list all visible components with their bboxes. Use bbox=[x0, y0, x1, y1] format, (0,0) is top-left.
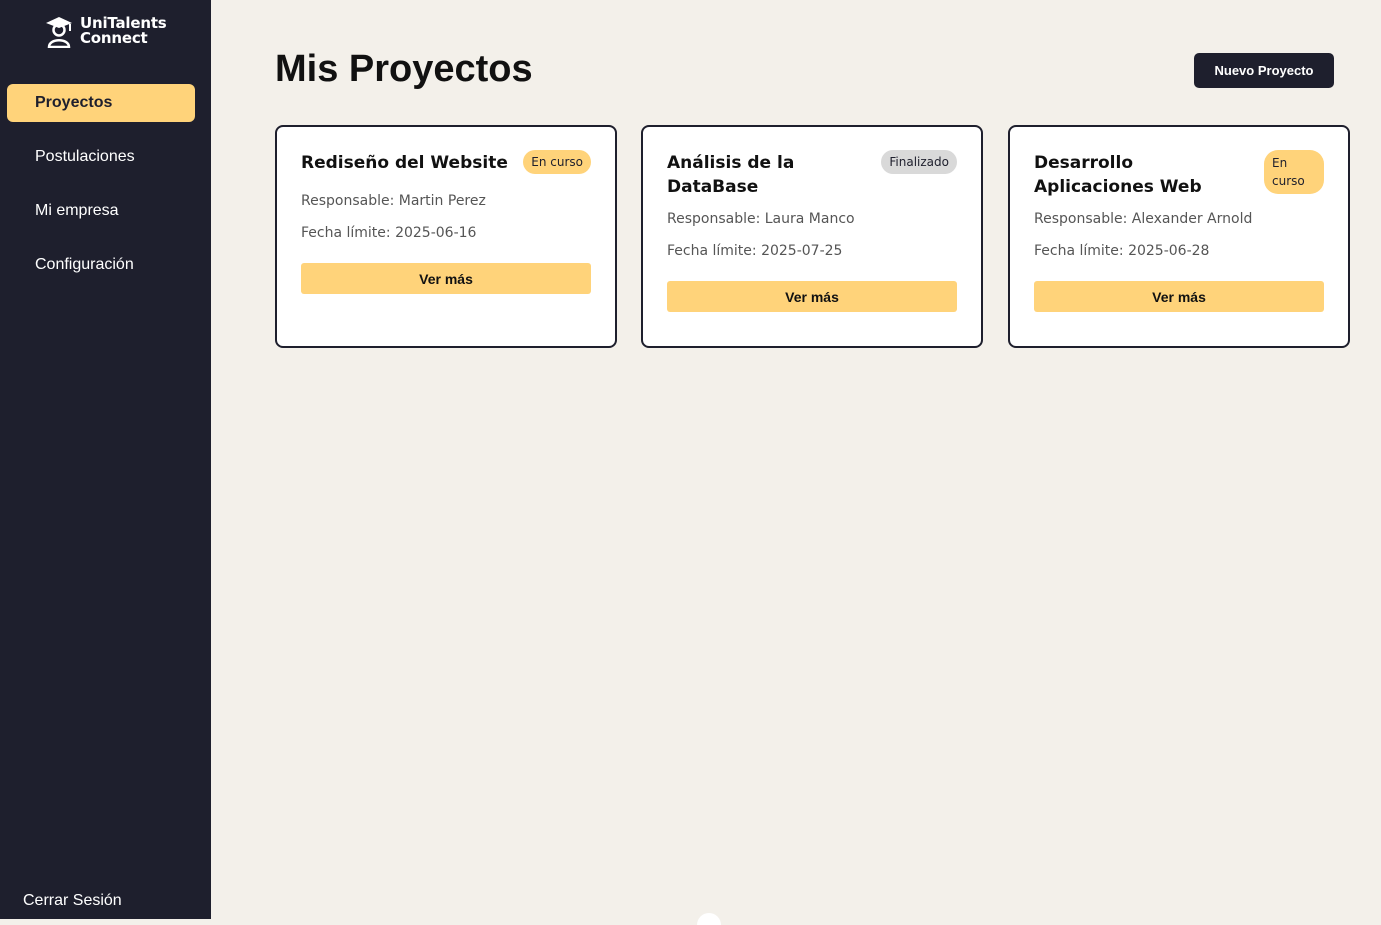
floating-handle[interactable] bbox=[697, 913, 721, 925]
card-header: Rediseño del Website En curso bbox=[301, 150, 591, 181]
logo-text: UniTalents Connect bbox=[80, 16, 167, 46]
logout-link[interactable]: Cerrar Sesión bbox=[23, 892, 122, 910]
project-title: Análisis de la DataBase bbox=[667, 153, 795, 197]
page-title: Mis Proyectos bbox=[275, 48, 533, 90]
project-responsible: Responsable: Alexander Arnold bbox=[1034, 211, 1253, 227]
project-deadline: Fecha límite: 2025-07-25 bbox=[667, 243, 843, 259]
sidebar-item-configuracion[interactable]: Configuración bbox=[7, 246, 195, 284]
project-title: Rediseño del Website bbox=[301, 153, 508, 173]
new-project-button[interactable]: Nuevo Proyecto bbox=[1194, 53, 1334, 88]
see-more-button[interactable]: Ver más bbox=[667, 281, 957, 312]
status-badge: En curso bbox=[1264, 150, 1324, 194]
main-content: Mis Proyectos Nuevo Proyecto Rediseño de… bbox=[211, 0, 1381, 925]
project-card: Análisis de la DataBase Finalizado Respo… bbox=[641, 125, 983, 348]
app-logo[interactable]: UniTalents Connect bbox=[44, 14, 167, 48]
project-card: Desarrollo Aplicaciones Web En curso Res… bbox=[1008, 125, 1350, 348]
sidebar-item-mi-empresa[interactable]: Mi empresa bbox=[7, 192, 195, 230]
project-responsible: Responsable: Laura Manco bbox=[667, 211, 855, 227]
sidebar-nav: Proyectos Postulaciones Mi empresa Confi… bbox=[7, 84, 195, 300]
project-responsible: Responsable: Martin Perez bbox=[301, 193, 486, 209]
sidebar: UniTalents Connect Proyectos Postulacion… bbox=[0, 0, 211, 919]
status-badge: Finalizado bbox=[881, 150, 957, 174]
project-title: Desarrollo Aplicaciones Web bbox=[1034, 153, 1202, 197]
sidebar-item-proyectos[interactable]: Proyectos bbox=[7, 84, 195, 122]
card-header: Análisis de la DataBase Finalizado bbox=[667, 150, 957, 199]
logo-line-2: Connect bbox=[80, 29, 148, 47]
graduate-icon bbox=[46, 17, 72, 48]
project-deadline: Fecha límite: 2025-06-16 bbox=[301, 225, 477, 241]
see-more-button[interactable]: Ver más bbox=[1034, 281, 1324, 312]
project-deadline: Fecha límite: 2025-06-28 bbox=[1034, 243, 1210, 259]
project-card: Rediseño del Website En curso Responsabl… bbox=[275, 125, 617, 348]
see-more-button[interactable]: Ver más bbox=[301, 263, 591, 294]
card-header: Desarrollo Aplicaciones Web En curso bbox=[1034, 150, 1324, 199]
sidebar-item-postulaciones[interactable]: Postulaciones bbox=[7, 138, 195, 176]
status-badge: En curso bbox=[523, 150, 591, 174]
